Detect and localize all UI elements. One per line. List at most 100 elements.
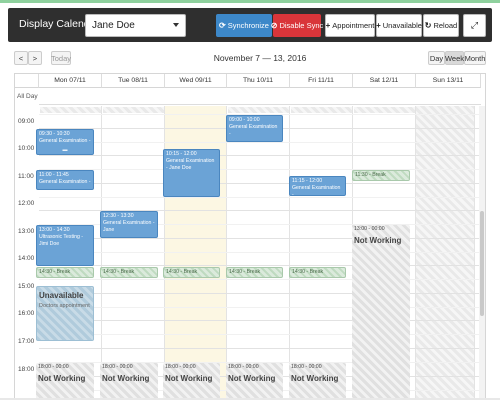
- time-label: 15:00: [18, 283, 35, 290]
- time-label: 09:00: [18, 118, 35, 125]
- event-time: 14:30 - Break: [166, 269, 198, 275]
- add-unavailable-button[interactable]: + Unavailable: [376, 14, 422, 37]
- event-time: 11:00 - 11:45: [39, 172, 69, 178]
- event-title: Not Working: [38, 374, 86, 383]
- event-title: Not Working: [291, 374, 339, 383]
- event-title: General Examination -: [229, 124, 278, 137]
- person-select[interactable]: Jane Doe: [85, 14, 186, 37]
- event-not-working[interactable]: 13:00 - 00:00 Not Working: [352, 225, 410, 399]
- resize-handle-icon[interactable]: ▬: [37, 148, 93, 153]
- synchronize-label: Synchronize: [227, 21, 269, 30]
- day-header-sat: Sat 12/11: [353, 74, 416, 88]
- time-label: 13:00: [18, 228, 35, 235]
- day-header-tue: Tue 08/11: [102, 74, 165, 88]
- event-time: 13:00 - 14:30: [39, 227, 70, 233]
- event-unavailable[interactable]: Unavailable Doctors appointment: [36, 286, 94, 341]
- day-header-sun: Sun 13/11: [416, 74, 481, 88]
- event-title: General Examination - Jane Doe: [166, 158, 215, 171]
- event-time: 14:30 - Break: [39, 269, 71, 275]
- disable-sync-label: Disable Sync: [279, 21, 324, 30]
- time-label: 10:00: [18, 145, 35, 152]
- event-break[interactable]: 14:30 - Break: [163, 267, 220, 278]
- event-title: Not Working: [354, 236, 402, 245]
- event-not-working[interactable]: 18:00 - 00:00 Not Working: [163, 363, 220, 399]
- event-title: General Examination -: [39, 179, 91, 185]
- event-title: Not Working: [228, 374, 276, 383]
- synchronize-button[interactable]: ⟳ Synchronize: [216, 14, 272, 37]
- event-time: 14:30 - Break: [292, 269, 324, 275]
- reload-icon: ↻: [424, 21, 432, 30]
- time-label: 16:00: [18, 310, 35, 317]
- view-week-button[interactable]: Week: [445, 51, 464, 65]
- event-break[interactable]: 14:30 - Break: [226, 267, 283, 278]
- event-time: 18:00 - 00:00: [38, 364, 69, 370]
- event-appointment[interactable]: 09:00 - 10:00 General Examination -: [226, 115, 283, 142]
- all-day-row[interactable]: [39, 88, 481, 105]
- scrollbar-thumb[interactable]: [480, 211, 484, 316]
- event-time: 18:00 - 00:00: [291, 364, 322, 370]
- all-day-label: All Day: [17, 93, 38, 100]
- event-not-working[interactable]: 18:00 - 00:00 Not Working: [36, 363, 94, 399]
- event-appointment[interactable]: 11:00 - 11:45 General Examination -: [36, 170, 94, 190]
- person-select-value: Jane Doe: [92, 20, 135, 31]
- event-title: General Examination -: [39, 138, 91, 144]
- disable-icon: ⊘: [270, 21, 278, 30]
- event-time: 09:30 - 10:30: [39, 131, 70, 137]
- event-appointment[interactable]: 13:00 - 14:30 Ultrasonic Testing - Jimi …: [36, 225, 94, 266]
- view-month-button[interactable]: Month: [464, 51, 486, 65]
- fullscreen-icon: ⤢: [470, 20, 479, 30]
- event-title: General Examination -: [292, 185, 341, 196]
- event-time: 12:30 - 13:30: [103, 213, 134, 219]
- time-label: 11:00: [18, 173, 34, 180]
- fullscreen-button[interactable]: ⤢: [463, 14, 486, 37]
- event-time: 13:00 - 00:00: [354, 226, 385, 232]
- prev-week-button[interactable]: <: [14, 51, 28, 65]
- time-label: 12:00: [18, 200, 35, 207]
- event-time: 10:15 - 12:00: [166, 151, 197, 157]
- disable-sync-button[interactable]: ⊘ Disable Sync: [270, 14, 324, 37]
- today-button[interactable]: Today: [51, 51, 71, 65]
- calendar-scrollbar[interactable]: [479, 106, 485, 399]
- event-title: Ultrasonic Testing - Jimi Doe: [39, 234, 84, 247]
- day-header-fri: Fri 11/11: [290, 74, 353, 88]
- sync-icon: ⟳: [219, 21, 226, 30]
- appointment-label: Appointment: [332, 21, 375, 30]
- chevron-down-icon: [173, 23, 179, 27]
- next-week-button[interactable]: >: [28, 51, 42, 65]
- event-title: Not Working: [165, 374, 213, 383]
- event-not-working[interactable]: 18:00 - 00:00 Not Working: [226, 363, 283, 399]
- view-day-button[interactable]: Day: [428, 51, 445, 65]
- event-title: Unavailable: [39, 291, 84, 300]
- top-accent-bar: [0, 0, 500, 3]
- event-not-working[interactable]: 18:00 - 00:00 Not Working: [289, 363, 346, 399]
- event-time: 11:30 - Break: [355, 172, 386, 178]
- event-appointment[interactable]: 09:30 - 10:30 General Examination - ▬: [36, 129, 94, 155]
- event-time: 18:00 - 00:00: [165, 364, 196, 370]
- week-calendar: Mon 07/11 Tue 08/11 Wed 09/11 Thu 10/11 …: [14, 73, 486, 400]
- unavailable-label: Unavailable: [382, 21, 422, 30]
- event-time: 11:15 - 12:00: [292, 178, 323, 184]
- event-title: Not Working: [102, 374, 150, 383]
- time-gutter-header: [15, 74, 39, 88]
- plus-icon: +: [376, 21, 381, 30]
- add-appointment-button[interactable]: + Appointment: [325, 14, 375, 37]
- event-break[interactable]: 11:30 - Break: [352, 170, 410, 181]
- reload-button[interactable]: ↻ Reload: [423, 14, 459, 37]
- event-break[interactable]: 14:30 - Break: [100, 267, 158, 278]
- time-label: 18:00: [18, 366, 35, 373]
- event-appointment[interactable]: 12:30 - 13:30 General Examination - Jane: [100, 211, 158, 238]
- day-header-wed: Wed 09/11: [165, 74, 227, 88]
- event-not-working[interactable]: 18:00 - 00:00 Not Working: [100, 363, 158, 399]
- toolbar: Display Calendar Jane Doe ⟳ Synchronize …: [8, 8, 492, 42]
- reload-label: Reload: [433, 21, 458, 30]
- event-time: 18:00 - 00:00: [102, 364, 133, 370]
- event-break[interactable]: 14:30 - Break: [289, 267, 346, 278]
- time-label: 14:00: [18, 255, 35, 262]
- event-time: 18:00 - 00:00: [228, 364, 259, 370]
- plus-icon: +: [325, 21, 331, 30]
- event-appointment[interactable]: 11:15 - 12:00 General Examination -: [289, 176, 346, 196]
- event-break[interactable]: 14:30 - Break: [36, 267, 94, 278]
- event-time: 14:30 - Break: [103, 269, 135, 275]
- day-header-thu: Thu 10/11: [227, 74, 290, 88]
- event-appointment[interactable]: 10:15 - 12:00 General Examination - Jane…: [163, 149, 220, 197]
